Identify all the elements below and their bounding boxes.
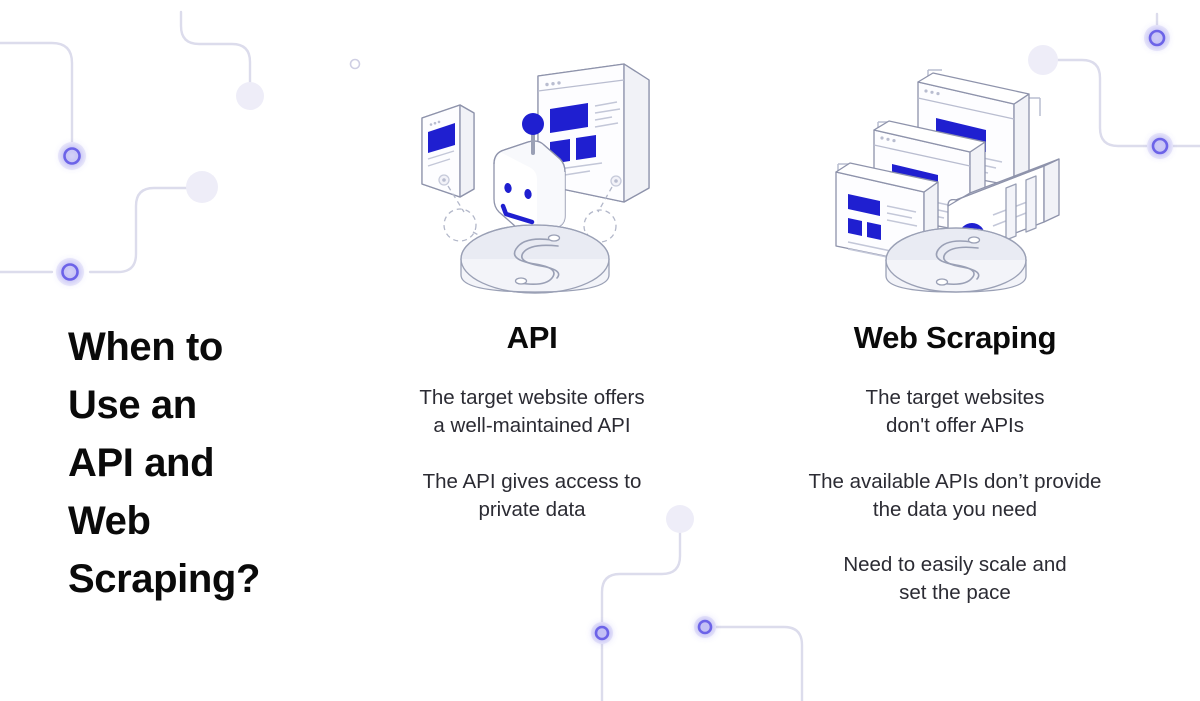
bullet-line: Need to easily scale and (843, 553, 1067, 577)
list-item: The available APIs don’t provide the dat… (760, 468, 1150, 525)
headline-line-1: When to (68, 325, 223, 369)
web-scraping-illustration (760, 40, 1150, 310)
list-item: The API gives access to private data (372, 468, 692, 525)
bullet-line: don't offer APIs (885, 414, 1024, 438)
column-web-scraping: Web Scraping The target websites don't o… (760, 40, 1150, 608)
api-illustration (372, 40, 692, 310)
robot-on-disc-icon (421, 63, 650, 294)
list-item: The target website offers a well-maintai… (372, 384, 692, 441)
bullet-line: The available APIs don’t provide (808, 469, 1102, 493)
headline-line-4: Web (68, 499, 151, 543)
column-title-api: API (506, 320, 558, 355)
list-item: Need to easily scale and set the pace (760, 551, 1150, 608)
bullet-line: a well-maintained API (433, 414, 631, 438)
web-scraping-bullet-list: The target websites don't offer APIs The… (760, 384, 1150, 608)
page-title: When to Use an API and Web Scraping? (68, 318, 358, 608)
headline-line-3: API and (68, 441, 215, 485)
bullet-line: private data (478, 497, 586, 521)
bullet-line: set the pace (899, 581, 1011, 605)
list-item: The target websites don't offer APIs (760, 384, 1150, 441)
column-title-web-scraping: Web Scraping (853, 320, 1057, 355)
stacked-windows-on-disc-icon (835, 69, 1060, 293)
infographic-canvas: When to Use an API and Web Scraping? API… (0, 0, 1200, 701)
headline-line-2: Use an (68, 383, 197, 427)
headline-line-5: Scraping? (68, 557, 260, 601)
api-bullet-list: The target website offers a well-maintai… (372, 384, 692, 524)
bullet-line: The target websites (865, 386, 1045, 409)
bullet-line: The API gives access to (422, 469, 642, 493)
bullet-line: The target website offers (419, 386, 645, 409)
bullet-line: the data you need (872, 497, 1038, 521)
column-api: API The target website offers a well-mai… (372, 40, 692, 524)
